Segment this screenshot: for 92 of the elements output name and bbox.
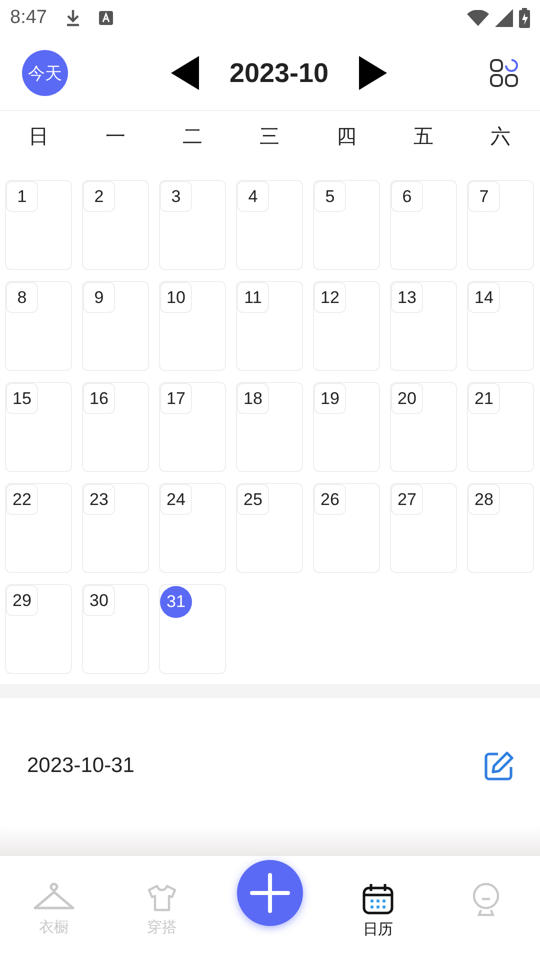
day-cell[interactable]: 18 (236, 382, 303, 472)
edit-icon (484, 751, 514, 781)
day-cell[interactable]: 7 (467, 180, 534, 270)
day-number: 10 (160, 282, 192, 313)
download-icon (64, 9, 81, 27)
day-number: 29 (6, 585, 38, 616)
day-number: 17 (160, 383, 192, 414)
day-cell[interactable]: 3 (159, 180, 226, 270)
view-switch-button[interactable] (490, 59, 518, 87)
add-button[interactable] (237, 860, 303, 926)
selected-date: 2023-10-31 (27, 754, 134, 778)
weekday-label: 日 (28, 124, 48, 150)
day-cell[interactable]: 28 (467, 483, 534, 573)
weekday-label: 四 (336, 124, 356, 150)
day-number: 4 (237, 181, 269, 212)
battery-icon (519, 8, 530, 28)
wifi-icon (467, 10, 489, 26)
day-number: 25 (237, 484, 269, 515)
day-number: 12 (314, 282, 346, 313)
day-cell[interactable]: 31 (159, 584, 226, 674)
day-cell[interactable]: 26 (313, 483, 380, 573)
day-cell[interactable]: 4 (236, 180, 303, 270)
weekday-label: 六 (490, 124, 510, 150)
day-number: 13 (391, 282, 423, 313)
day-cell[interactable]: 17 (159, 382, 226, 472)
day-number: 14 (468, 282, 500, 313)
today-button[interactable]: 今天 (22, 50, 68, 96)
edit-button[interactable] (484, 751, 514, 781)
day-number: 30 (83, 585, 115, 616)
left-triangle-icon (171, 56, 200, 90)
day-cell[interactable]: 12 (313, 281, 380, 371)
day-number: 18 (237, 383, 269, 414)
day-cell[interactable]: 1 (5, 180, 72, 270)
day-cell[interactable]: 6 (390, 180, 457, 270)
grid-icon (490, 59, 518, 87)
calendar-icon (361, 882, 395, 916)
day-cell[interactable]: 13 (390, 281, 457, 371)
day-number: 15 (6, 383, 38, 414)
day-cell[interactable]: 8 (5, 281, 72, 371)
day-cell[interactable]: 16 (82, 382, 149, 472)
day-cell[interactable]: 10 (159, 281, 226, 371)
day-number: 31 (160, 586, 192, 618)
day-number: 1 (6, 181, 38, 212)
day-cell[interactable]: 20 (390, 382, 457, 472)
weekday-label: 五 (414, 124, 434, 150)
day-number: 9 (83, 282, 115, 313)
day-number: 23 (83, 484, 115, 515)
day-cell[interactable]: 21 (467, 382, 534, 472)
t-shirt-icon (146, 882, 178, 914)
day-cell[interactable]: 22 (5, 483, 72, 573)
day-cell[interactable]: 30 (82, 584, 149, 674)
day-number: 11 (237, 282, 269, 313)
day-cell[interactable]: 25 (236, 483, 303, 573)
day-cell[interactable]: 14 (467, 281, 534, 371)
day-cell[interactable]: 27 (390, 483, 457, 573)
day-cell[interactable]: 5 (313, 180, 380, 270)
day-number: 22 (6, 484, 38, 515)
keyboard-app-icon (98, 11, 113, 25)
weekday-label: 一 (106, 124, 126, 150)
day-cell[interactable]: 15 (5, 382, 72, 472)
day-cell[interactable]: 19 (313, 382, 380, 472)
day-cell[interactable]: 23 (82, 483, 149, 573)
plus-icon (250, 873, 290, 913)
day-cell[interactable]: 24 (159, 483, 226, 573)
signal-icon (495, 9, 513, 27)
status-time: 8:47 (10, 7, 47, 29)
day-number: 6 (391, 181, 423, 212)
day-cell[interactable]: 9 (82, 281, 149, 371)
day-number: 8 (6, 282, 38, 313)
day-number: 16 (83, 383, 115, 414)
day-number: 19 (314, 383, 346, 414)
previous-month-button[interactable] (171, 56, 200, 90)
weekday-label: 二 (182, 124, 202, 150)
day-number: 3 (160, 181, 192, 212)
day-cell[interactable]: 2 (82, 180, 149, 270)
weekday-label: 三 (260, 124, 280, 150)
day-number: 2 (83, 181, 115, 212)
month-title: 2023-10 (229, 58, 329, 88)
day-number: 21 (468, 383, 500, 414)
day-number: 7 (468, 181, 500, 212)
day-cell[interactable]: 29 (5, 584, 72, 674)
profile-icon (470, 882, 502, 916)
nav-tab[interactable]: 日历 (324, 856, 432, 960)
day-number: 5 (314, 181, 346, 212)
right-triangle-icon (358, 56, 387, 90)
day-number: 28 (468, 484, 500, 515)
next-month-button[interactable] (358, 56, 387, 90)
day-number: 27 (391, 484, 423, 515)
day-cell[interactable]: 11 (236, 281, 303, 371)
day-number: 26 (314, 484, 346, 515)
day-number: 20 (391, 383, 423, 414)
day-number: 24 (160, 484, 192, 515)
